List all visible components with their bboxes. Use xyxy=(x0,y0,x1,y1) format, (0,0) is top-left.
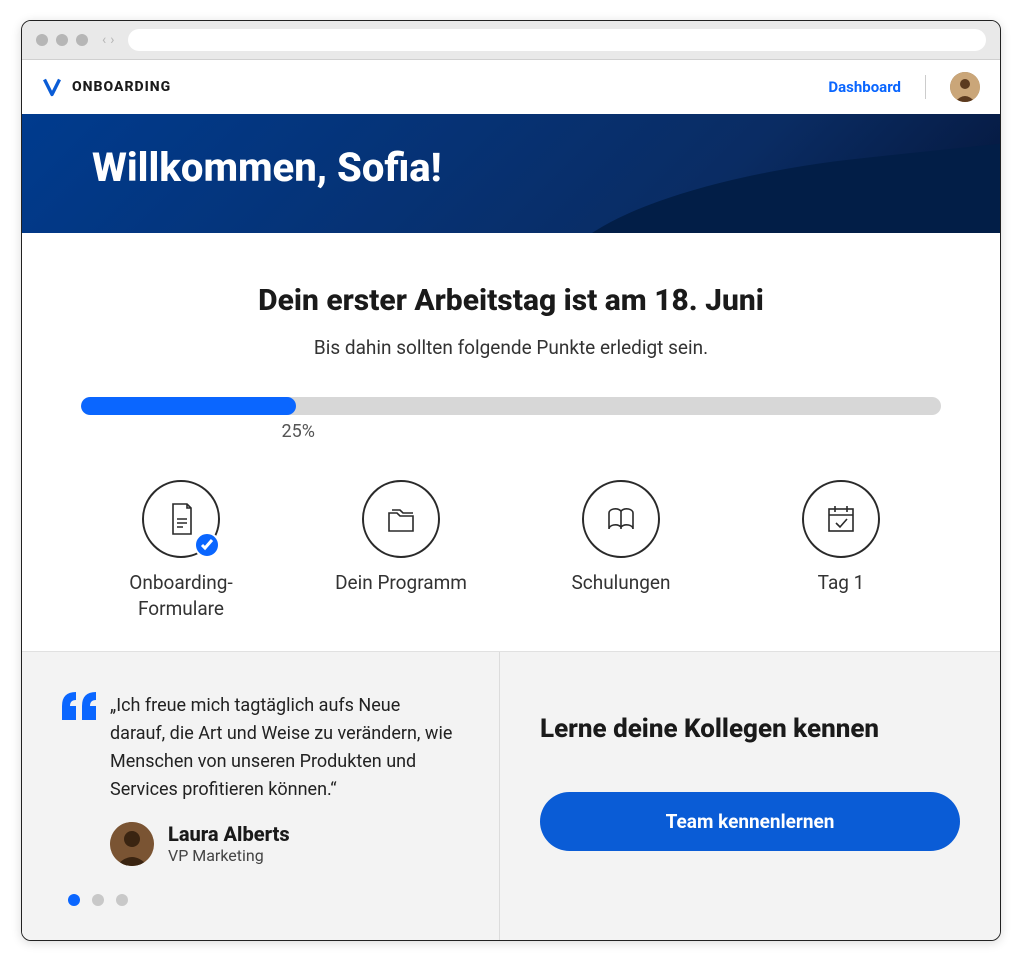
author-title: VP Marketing xyxy=(168,846,290,865)
browser-window: ‹ › ONBOARDING Dashboard Willkommen, Sof… xyxy=(21,20,1001,941)
testimonial-panel: „Ich freue mich tagtäglich aufs Neue dar… xyxy=(22,652,500,940)
calendar-check-icon xyxy=(802,480,880,558)
folder-icon xyxy=(362,480,440,558)
testimonial-author: Laura Alberts VP Marketing xyxy=(110,822,459,866)
meet-team-heading: Lerne deine Kollegen kennen xyxy=(540,714,960,744)
window-maximize-dot[interactable] xyxy=(76,34,88,46)
window-close-dot[interactable] xyxy=(36,34,48,46)
progress-fill xyxy=(81,397,296,415)
pager-dot-3[interactable] xyxy=(116,894,128,906)
logo-v-icon xyxy=(42,77,62,97)
step-trainings[interactable]: Schulungen xyxy=(531,480,711,621)
pager-dot-2[interactable] xyxy=(92,894,104,906)
document-check-icon xyxy=(142,480,220,558)
step-your-program[interactable]: Dein Programm xyxy=(311,480,491,621)
topbar: ONBOARDING Dashboard xyxy=(22,60,1000,114)
bottom-section: „Ich freue mich tagtäglich aufs Neue dar… xyxy=(22,651,1000,940)
progress-bar xyxy=(81,397,941,415)
window-controls xyxy=(36,34,88,46)
nav-arrows: ‹ › xyxy=(102,32,114,48)
meet-team-button[interactable]: Team kennenlernen xyxy=(540,792,960,851)
step-label: Onboarding-Formulare xyxy=(91,570,271,621)
nav-back-icon[interactable]: ‹ xyxy=(102,32,106,48)
author-avatar xyxy=(110,822,154,866)
dashboard-link[interactable]: Dashboard xyxy=(828,78,901,96)
step-label: Tag 1 xyxy=(818,570,865,596)
first-day-headline: Dein erster Arbeitstag ist am 18. Juni xyxy=(62,283,960,318)
step-label: Dein Programm xyxy=(335,570,467,596)
nav-forward-icon[interactable]: › xyxy=(110,32,114,48)
onboarding-steps: Onboarding-Formulare Dein Programm Schul… xyxy=(62,480,960,621)
main-content: Dein erster Arbeitstag ist am 18. Juni B… xyxy=(22,233,1000,651)
completed-check-icon xyxy=(194,532,220,558)
progress-track xyxy=(81,397,941,415)
window-minimize-dot[interactable] xyxy=(56,34,68,46)
welcome-heading: Willkommen, Sofia! xyxy=(92,144,930,191)
browser-chrome: ‹ › xyxy=(22,21,1000,60)
pager-dot-1[interactable] xyxy=(68,894,80,906)
divider xyxy=(925,75,926,99)
testimonial-pager xyxy=(68,894,459,906)
step-onboarding-forms[interactable]: Onboarding-Formulare xyxy=(91,480,271,621)
author-name: Laura Alberts xyxy=(168,822,290,846)
testimonial-text: „Ich freue mich tagtäglich aufs Neue dar… xyxy=(110,692,459,804)
step-label: Schulungen xyxy=(572,570,671,596)
quote-icon xyxy=(62,692,98,804)
address-bar[interactable] xyxy=(128,29,986,51)
progress-percent-label: 25% xyxy=(81,421,941,442)
user-avatar[interactable] xyxy=(950,72,980,102)
book-icon xyxy=(582,480,660,558)
step-day-one[interactable]: Tag 1 xyxy=(751,480,931,621)
meet-team-panel: Lerne deine Kollegen kennen Team kennenl… xyxy=(500,652,1000,940)
headline-subtext: Bis dahin sollten folgende Punkte erledi… xyxy=(62,336,960,359)
app-title: ONBOARDING xyxy=(72,79,171,95)
hero-banner: Willkommen, Sofia! xyxy=(22,114,1000,233)
